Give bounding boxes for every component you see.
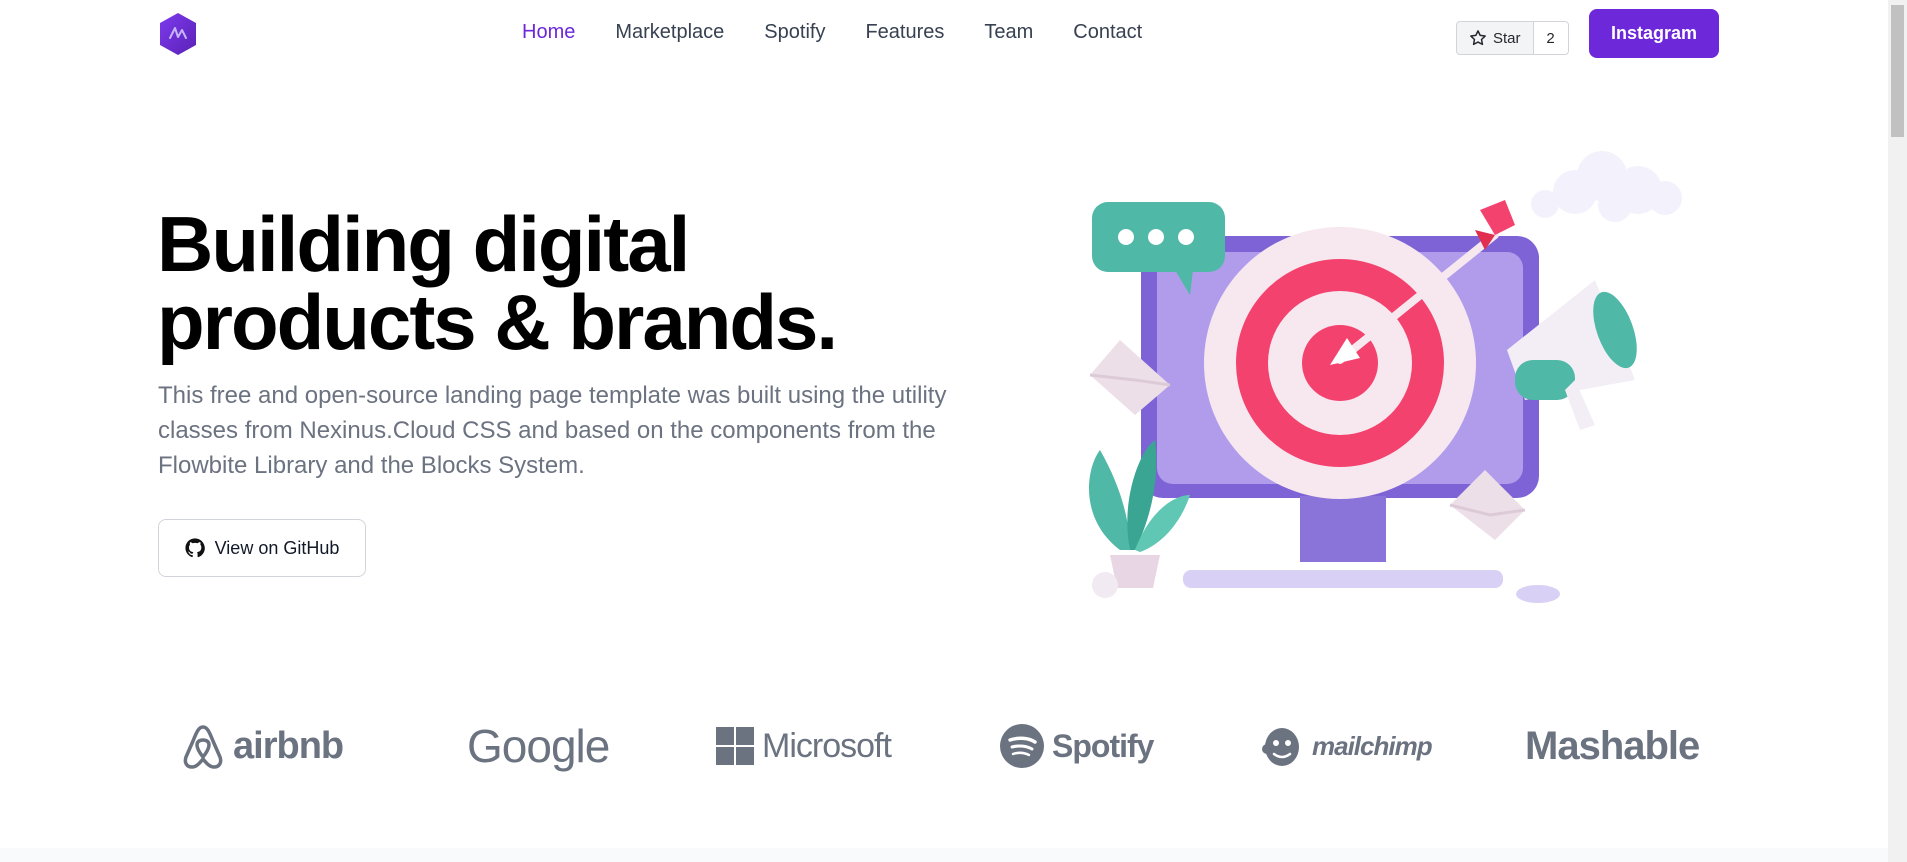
view-on-github-label: View on GitHub	[214, 537, 340, 558]
brand-airbnb-label: airbnb	[233, 724, 344, 767]
mailchimp-icon	[1262, 728, 1299, 766]
github-star-widget: Star 2	[1456, 21, 1569, 55]
star-icon	[1470, 30, 1486, 46]
main-nav: Home Marketplace Spotify Features Team C…	[522, 21, 1142, 44]
view-on-github-button[interactable]: View on GitHub	[158, 519, 366, 577]
nav-home[interactable]: Home	[522, 21, 575, 44]
hero-illustration	[1088, 151, 1682, 603]
brand-google-label: Google	[467, 720, 610, 772]
header: Home Marketplace Spotify Features Team C…	[0, 0, 1888, 70]
cloud-icon	[1531, 151, 1682, 222]
instagram-button[interactable]: Instagram	[1589, 9, 1719, 58]
hero-description: This free and open-source landing page t…	[158, 382, 947, 479]
nav-contact[interactable]: Contact	[1073, 21, 1142, 44]
github-icon	[185, 538, 205, 558]
brand-spotify-label: Spotify	[1052, 727, 1154, 764]
brand-mailchimp: mailchimp	[1260, 718, 1433, 774]
spotify-icon	[1000, 724, 1044, 768]
brand-mailchimp-label: mailchimp	[1312, 730, 1433, 761]
nav-marketplace[interactable]: Marketplace	[615, 21, 724, 44]
brand-logos: airbnb Google Microsoft Spotify mailchim…	[157, 718, 1719, 778]
nav-spotify[interactable]: Spotify	[764, 21, 825, 44]
star-button[interactable]: Star	[1456, 21, 1534, 55]
star-label: Star	[1493, 29, 1521, 47]
page-scrollbar[interactable]	[1888, 0, 1907, 862]
nav-team[interactable]: Team	[984, 21, 1033, 44]
brand-mashable: Mashable	[1525, 718, 1700, 774]
scrollbar-thumb[interactable]	[1891, 5, 1904, 137]
brand-spotify: Spotify	[1000, 718, 1154, 774]
nav-features[interactable]: Features	[865, 21, 944, 44]
brand-google: Google	[467, 718, 610, 774]
brand-microsoft-label: Microsoft	[762, 726, 892, 765]
hero-title-line2: products & brands.	[157, 278, 838, 366]
landing-page: Home Marketplace Spotify Features Team C…	[0, 0, 1907, 862]
airbnb-icon	[183, 725, 223, 769]
next-section-strip	[0, 848, 1888, 862]
star-count[interactable]: 2	[1533, 21, 1569, 55]
microsoft-icon	[716, 727, 754, 765]
brand-mashable-label: Mashable	[1525, 723, 1700, 768]
logo-icon[interactable]	[157, 11, 199, 57]
brand-airbnb: airbnb	[181, 718, 344, 774]
hero-title: Building digital products & brands.	[157, 205, 917, 361]
hero-title-line1: Building digital	[157, 200, 690, 288]
brand-microsoft: Microsoft	[716, 718, 892, 774]
